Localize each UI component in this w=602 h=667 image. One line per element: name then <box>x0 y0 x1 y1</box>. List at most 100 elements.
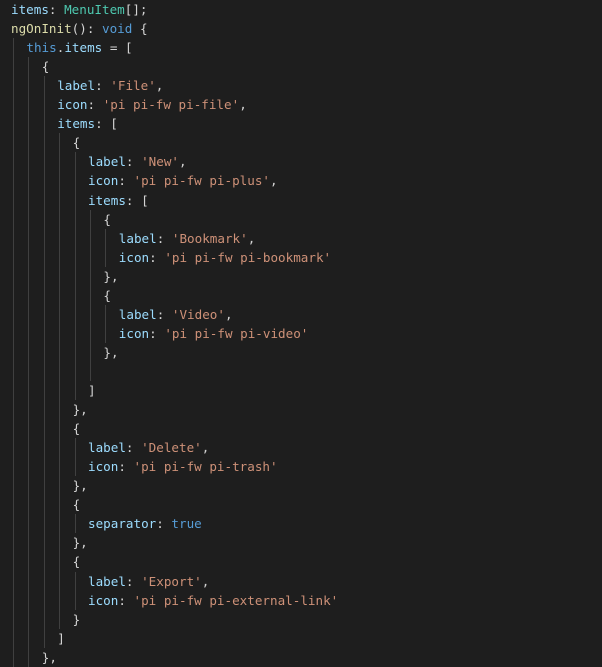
code-token: , <box>224 306 233 322</box>
code-token: : <box>118 592 134 608</box>
code-token: : <box>156 516 172 532</box>
indent-guide <box>28 57 30 667</box>
code-token: { <box>72 421 81 437</box>
code-token: } <box>72 611 81 627</box>
code-token: { <box>103 287 111 303</box>
code-line[interactable]: ] <box>57 629 65 648</box>
indent-guide <box>74 438 76 477</box>
code-token: label <box>57 78 96 94</box>
code-line[interactable]: { <box>73 133 81 152</box>
code-editor[interactable]: items: MenuItem[]; ngOnInit(): void {this… <box>0 0 602 667</box>
code-token: separator <box>88 516 157 532</box>
code-line[interactable]: }, <box>73 533 88 552</box>
code-line[interactable]: icon: 'pi pi-fw pi-external-link' <box>88 591 338 610</box>
code-line[interactable]: { <box>103 210 111 229</box>
code-token: , <box>239 97 247 113</box>
code-line[interactable]: { <box>73 495 81 514</box>
code-line[interactable]: items: [ <box>88 191 149 210</box>
code-token: 'pi pi-fw pi-plus' <box>133 173 270 189</box>
code-token: items <box>88 192 126 208</box>
code-token: label <box>88 154 126 170</box>
code-token: : <box>125 573 142 589</box>
code-token: { <box>72 497 81 513</box>
code-token: 'pi pi-fw pi-video' <box>164 325 309 341</box>
code-token: icon <box>88 173 119 189</box>
code-line[interactable]: label: 'New', <box>88 152 187 171</box>
code-token: { <box>41 59 50 75</box>
code-token: label <box>88 440 126 456</box>
code-token: 'Export' <box>141 573 202 589</box>
code-line[interactable]: label: 'Video', <box>119 305 233 324</box>
code-token: 'pi pi-fw pi-bookmark' <box>164 249 332 265</box>
code-token: ngOnInit <box>11 21 72 37</box>
code-token: , <box>179 154 187 170</box>
code-token: : <box>149 325 165 341</box>
code-token: : <box>118 173 134 189</box>
code-token: , <box>201 573 210 589</box>
code-line[interactable]: icon: 'pi pi-fw pi-plus', <box>88 171 278 190</box>
code-token: { <box>103 211 111 227</box>
code-token: , <box>247 230 256 246</box>
code-token: , <box>155 78 164 94</box>
code-token: (): <box>71 21 103 37</box>
code-line[interactable]: }, <box>103 343 118 362</box>
code-line[interactable]: }, <box>103 267 118 286</box>
code-token: : [ <box>125 192 149 208</box>
code-line[interactable]: }, <box>73 400 88 419</box>
code-line[interactable]: items: [ <box>57 114 118 133</box>
code-token: icon <box>57 97 88 113</box>
code-token: void <box>102 21 133 37</box>
code-line[interactable]: icon: 'pi pi-fw pi-trash' <box>88 457 278 476</box>
code-token: = [ <box>102 40 133 56</box>
code-token: this <box>26 40 57 56</box>
code-token: { <box>72 135 81 151</box>
code-token: icon <box>118 249 150 265</box>
code-line[interactable]: label: 'File', <box>57 76 163 95</box>
code-line[interactable]: icon: 'pi pi-fw pi-file', <box>57 95 247 114</box>
code-token: icon <box>88 592 119 608</box>
code-line[interactable]: items: MenuItem[]; <box>11 0 148 19</box>
code-token: 'Delete' <box>141 440 202 456</box>
code-token: : <box>87 97 103 113</box>
code-line[interactable]: label: 'Bookmark', <box>119 229 256 248</box>
code-token: : <box>118 459 134 475</box>
code-token: , <box>270 173 278 189</box>
code-line[interactable]: this.items = [ <box>26 38 132 57</box>
code-line[interactable]: { <box>73 552 81 571</box>
code-token: 'Bookmark' <box>171 230 248 246</box>
code-line[interactable]: }, <box>42 648 57 667</box>
code-line[interactable]: { <box>42 57 50 76</box>
code-line[interactable]: ngOnInit(): void { <box>11 19 148 38</box>
indent-guide <box>74 152 76 401</box>
indent-guide <box>43 76 45 648</box>
code-token: 'pi pi-fw pi-external-link' <box>133 592 339 608</box>
code-token: : <box>125 440 142 456</box>
indent-guide <box>90 209 91 381</box>
code-token: label <box>118 230 157 246</box>
code-token: : <box>156 306 172 322</box>
code-line[interactable]: separator: true <box>88 514 202 533</box>
code-token: 'pi pi-fw pi-file' <box>102 97 240 113</box>
code-token: label <box>88 573 126 589</box>
indent-guide <box>74 514 76 534</box>
code-line[interactable]: label: 'Export', <box>88 572 209 591</box>
code-token: }, <box>41 649 57 665</box>
code-line[interactable]: { <box>103 286 111 305</box>
code-line[interactable]: icon: 'pi pi-fw pi-video' <box>119 324 309 343</box>
code-line[interactable]: ] <box>88 381 96 400</box>
code-token: icon <box>88 459 119 475</box>
code-token: 'pi pi-fw pi-trash' <box>133 459 278 475</box>
indent-guide <box>13 38 14 667</box>
code-token: icon <box>118 325 150 341</box>
code-line[interactable]: label: 'Delete', <box>88 438 209 457</box>
code-token: }, <box>72 478 88 494</box>
code-line[interactable]: }, <box>73 476 88 495</box>
code-token: { <box>72 554 81 570</box>
code-token: MenuItem <box>64 2 125 17</box>
code-line[interactable]: { <box>73 419 81 438</box>
indent-guide <box>74 571 76 610</box>
code-token: items <box>11 2 49 17</box>
code-line[interactable]: } <box>73 610 81 629</box>
code-token: true <box>171 516 202 532</box>
code-line[interactable]: icon: 'pi pi-fw pi-bookmark' <box>119 248 331 267</box>
